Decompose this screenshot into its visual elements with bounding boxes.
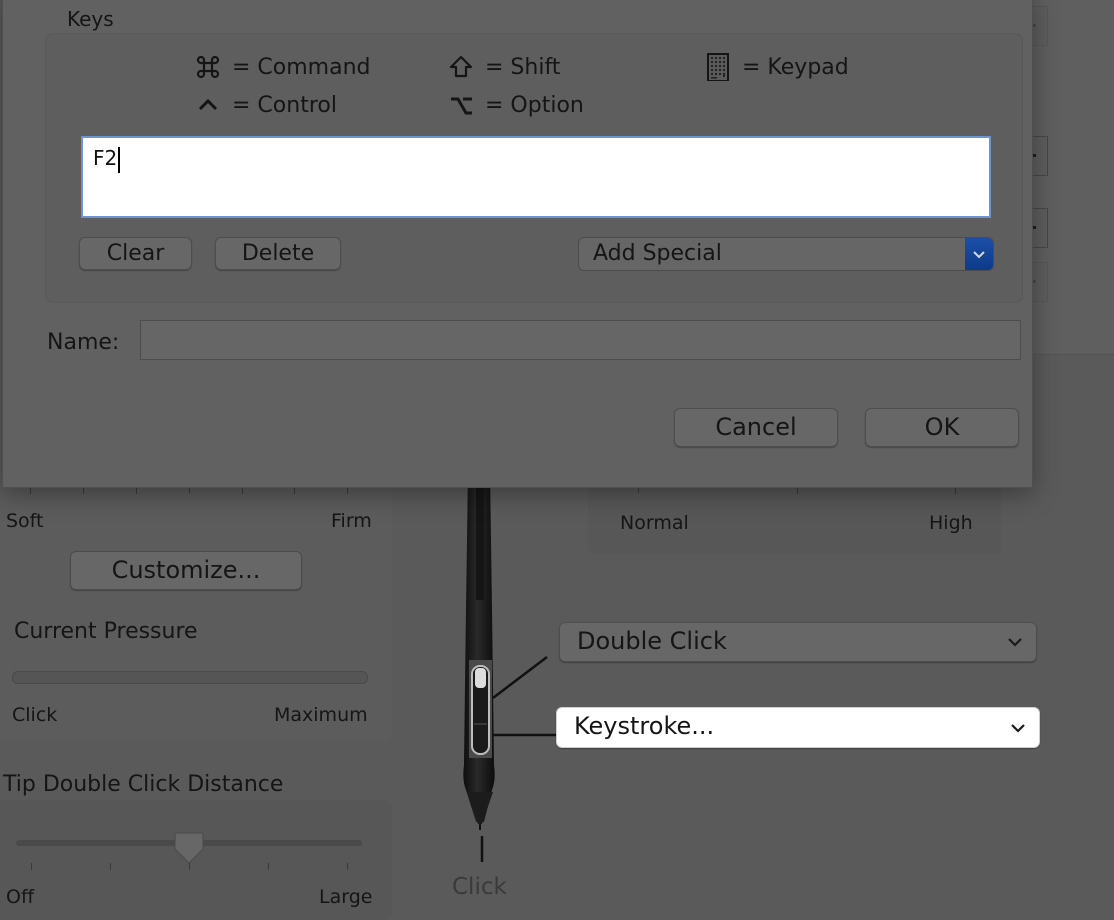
pressure-max-label: Maximum <box>274 704 368 726</box>
tick <box>30 487 31 494</box>
double-click-distance-title: Tip Double Click Distance <box>3 772 284 797</box>
legend-option-label: = Option <box>485 92 584 118</box>
tip-feel-max-label: Firm <box>331 510 372 532</box>
tick <box>955 487 956 494</box>
tick <box>189 863 190 870</box>
lower-button-popup-value: Keystroke... <box>574 712 715 740</box>
add-special-arrow[interactable] <box>965 238 993 270</box>
lower-button-popup[interactable]: Keystroke... <box>556 707 1040 748</box>
legend-shift: = Shift <box>447 53 560 81</box>
legend-control: = Control <box>194 91 337 119</box>
tick <box>110 863 111 870</box>
tick <box>347 487 348 494</box>
legend-command-label: = Command <box>232 54 371 80</box>
current-pressure-bar <box>12 671 368 684</box>
legend-option: = Option <box>447 91 584 119</box>
distance-min-label: Off <box>6 886 35 908</box>
text-caret <box>118 146 121 173</box>
pressure-min-label: Click <box>12 704 58 726</box>
upper-button-popup-value: Double Click <box>577 627 727 655</box>
legend-keypad-label: = Keypad <box>742 54 849 80</box>
tick <box>31 863 32 870</box>
control-icon <box>198 98 218 111</box>
customize-button[interactable]: Customize... <box>70 551 302 590</box>
legend-control-label: = Control <box>232 92 337 118</box>
name-label: Name: <box>47 330 120 355</box>
tick <box>797 487 798 494</box>
keys-section-title: Keys <box>67 7 114 31</box>
tick <box>242 487 243 494</box>
shift-icon <box>449 55 473 78</box>
tick <box>136 487 137 494</box>
add-special-popup[interactable]: Add Special <box>578 237 994 271</box>
clear-button[interactable]: Clear <box>79 237 192 270</box>
tilt-min-label: Normal <box>620 512 689 534</box>
distance-max-label: Large <box>319 886 373 908</box>
keystroke-input[interactable]: F2 <box>81 136 991 218</box>
tip-feel-min-label: Soft <box>6 510 44 532</box>
tick <box>268 863 269 870</box>
tilt-max-label: High <box>929 512 973 534</box>
cancel-button[interactable]: Cancel <box>674 408 838 447</box>
legend-keypad: = Keypad <box>704 53 849 81</box>
chevron-down-icon <box>1008 638 1022 647</box>
current-pressure-label: Current Pressure <box>14 619 198 644</box>
chevron-down-icon <box>1011 723 1025 733</box>
add-special-label: Add Special <box>593 241 722 266</box>
upper-button-popup[interactable]: Double Click <box>559 622 1037 662</box>
delete-button[interactable]: Delete <box>215 237 341 270</box>
legend-command: = Command <box>194 53 371 81</box>
callout-lines <box>480 656 556 862</box>
keystroke-dialog: Keys = Command = Control = Shift = Optio… <box>2 0 1033 488</box>
keypad-icon <box>707 53 729 81</box>
tick <box>294 487 295 494</box>
legend-shift-label: = Shift <box>485 54 561 80</box>
pen-tip-label: Click <box>452 874 507 900</box>
double-click-distance-knob[interactable] <box>174 831 204 865</box>
chevron-down-icon <box>973 251 985 259</box>
tick <box>83 487 84 494</box>
tick <box>347 863 348 870</box>
name-input[interactable] <box>140 320 1021 360</box>
keystroke-input-value: F2 <box>93 146 118 170</box>
command-icon <box>196 55 220 79</box>
option-icon <box>451 97 472 115</box>
ok-button[interactable]: OK <box>865 408 1019 447</box>
